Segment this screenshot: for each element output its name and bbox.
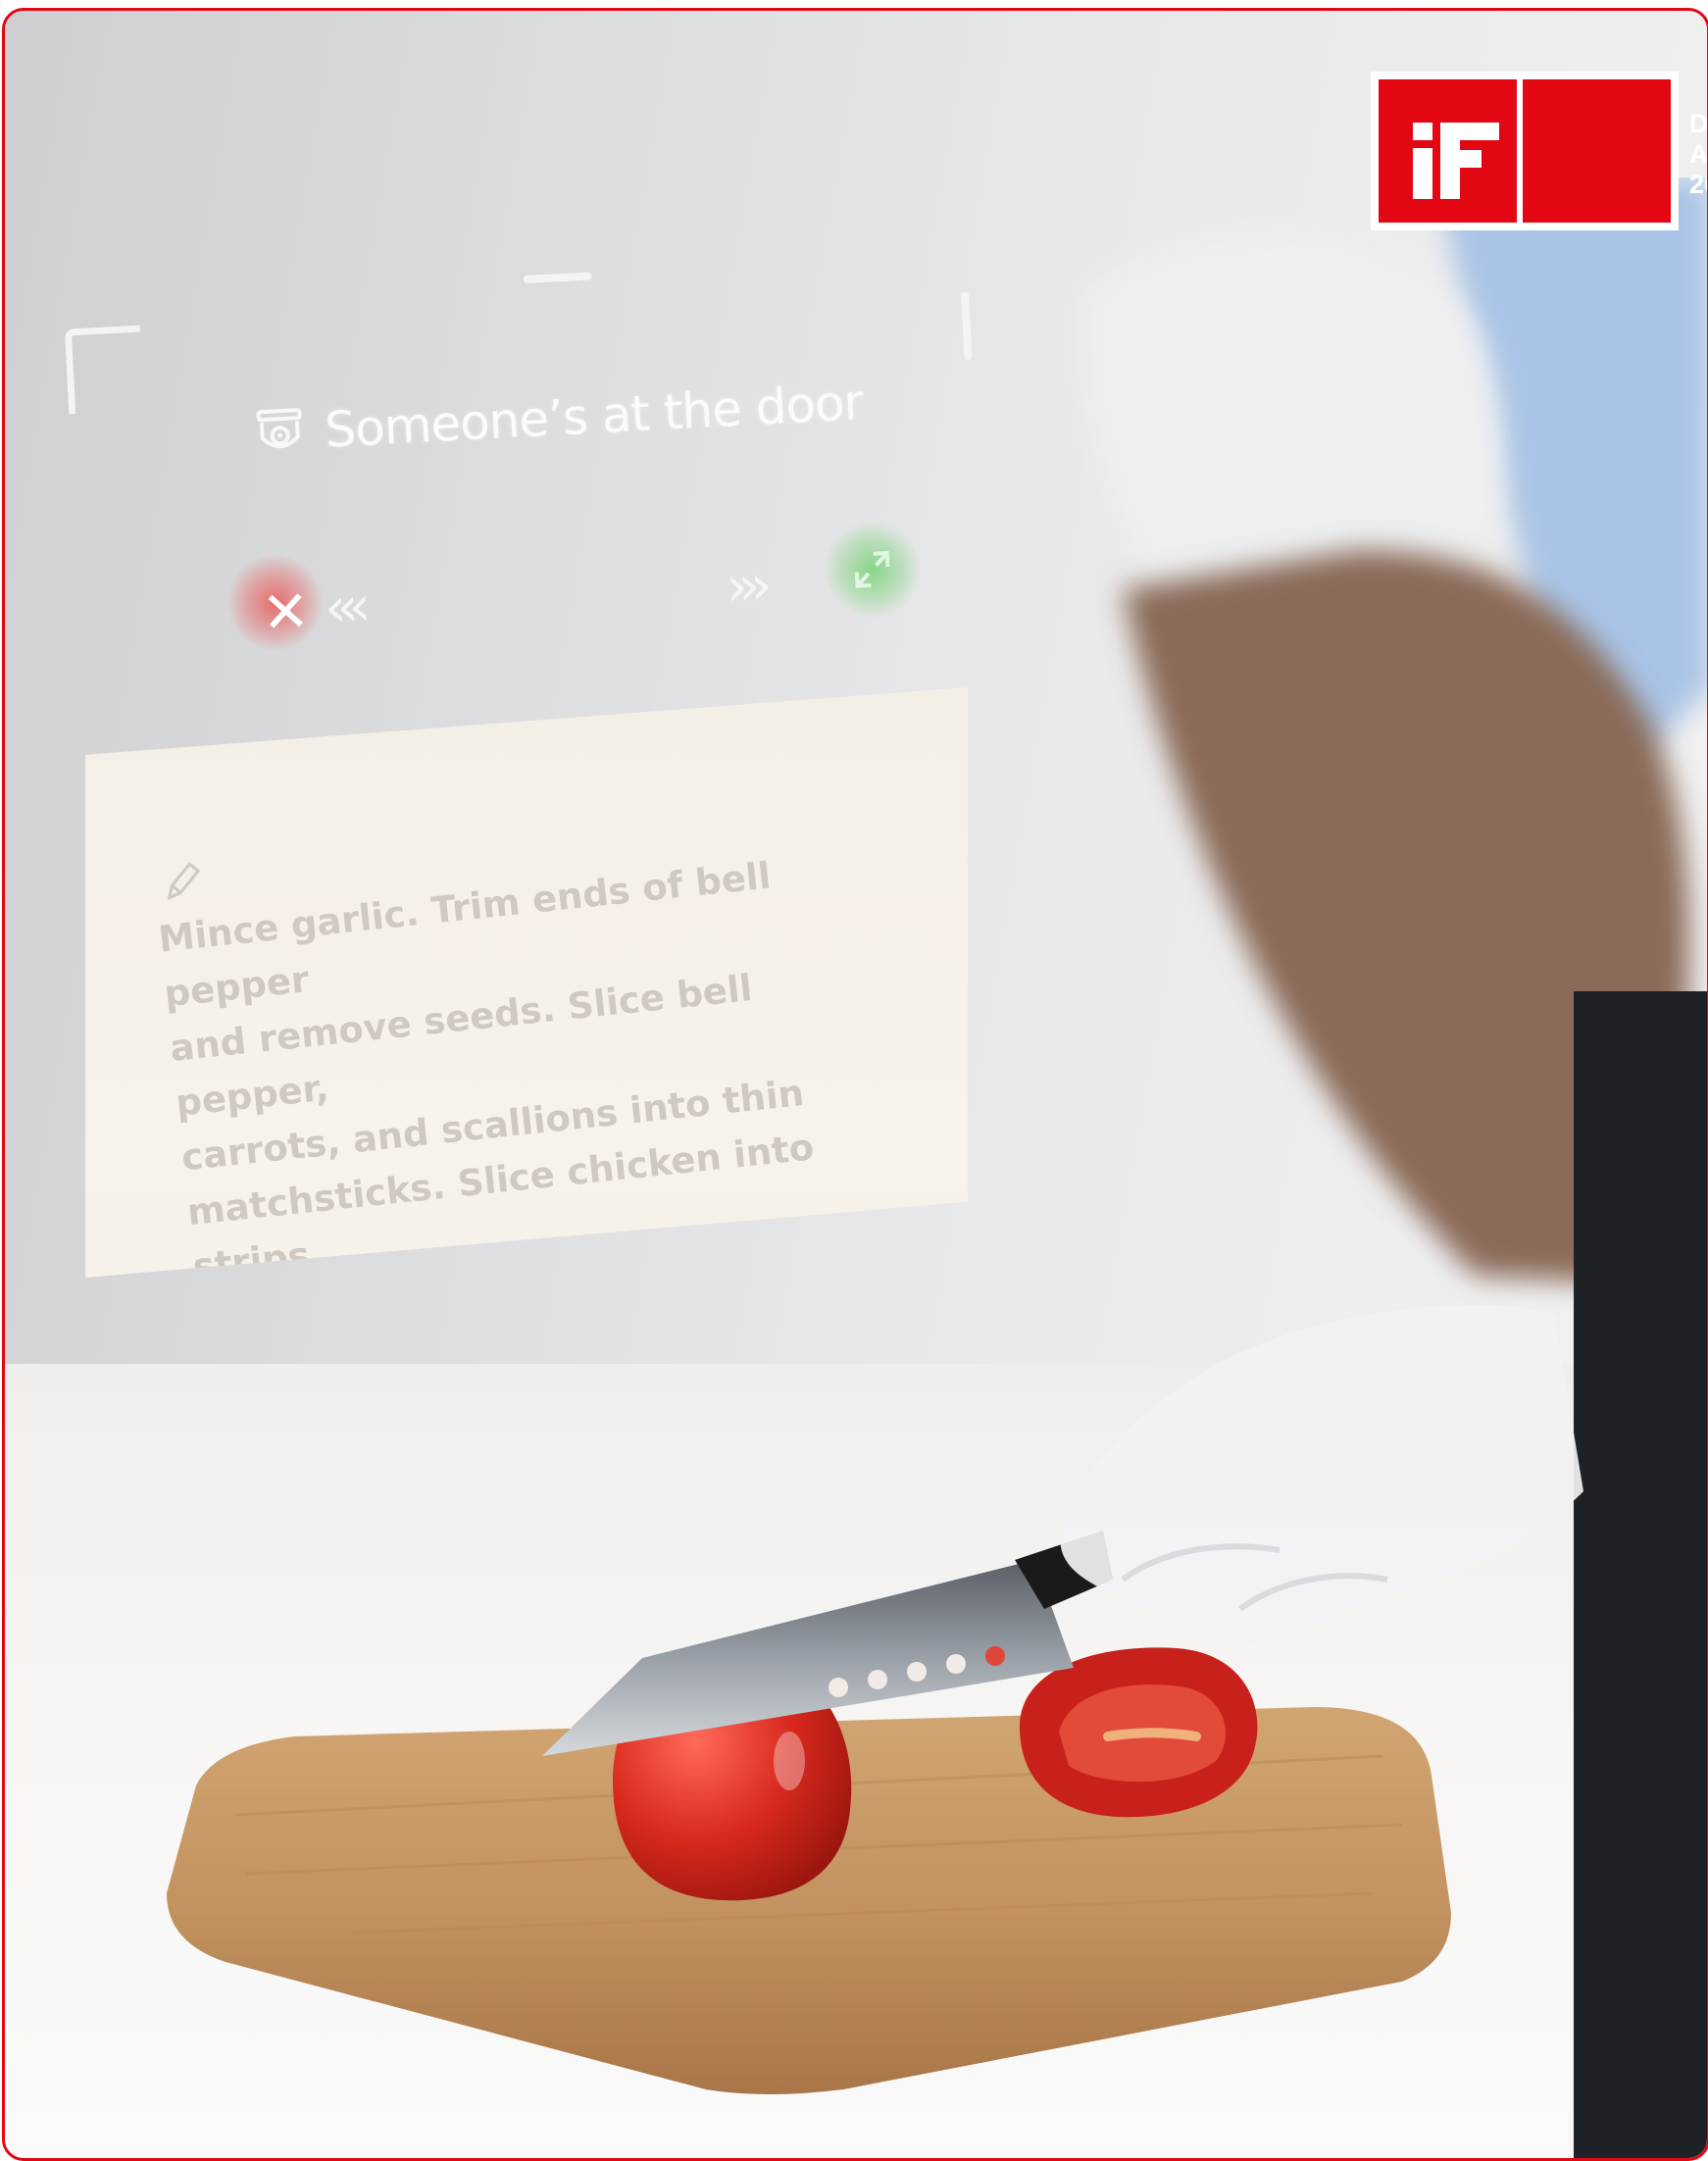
gloved-hand [1060,1305,1583,1644]
apron [1574,991,1707,2158]
badge-text-panel: DESIGN AWARD 2024 [1523,79,1707,223]
door-notification: Someone’s at the door ✕ ‹‹‹ ››› [63,252,996,730]
kitchen-scene: Someone’s at the door ✕ ‹‹‹ ››› Mince ga… [5,11,1707,2158]
badge-line-year: 2024 [1689,170,1707,199]
if-logo [1413,123,1499,199]
badge-logo-panel [1379,79,1517,223]
pencil-icon [167,862,201,901]
badge-label: DESIGN AWARD 2024 [1689,109,1708,200]
frame-corner [64,325,145,415]
photo-frame: Someone’s at the door ✕ ‹‹‹ ››› Mince ga… [2,8,1708,2161]
chef-knife [542,1531,1113,1756]
notification-title: Someone’s at the door [323,374,865,459]
chevrons-left-icon: ‹‹‹ [323,575,363,641]
badge-line-design: DESIGN [1689,109,1708,138]
chevrons-right-icon: ››› [724,553,765,620]
close-icon: ✕ [260,577,312,647]
expand-arrows-icon [854,550,890,588]
doorbell-camera-icon [256,408,302,449]
badge-line-award: AWARD [1689,139,1708,169]
if-design-award-badge: DESIGN AWARD 2024 [1371,72,1707,230]
frame-right-bar [960,291,973,361]
